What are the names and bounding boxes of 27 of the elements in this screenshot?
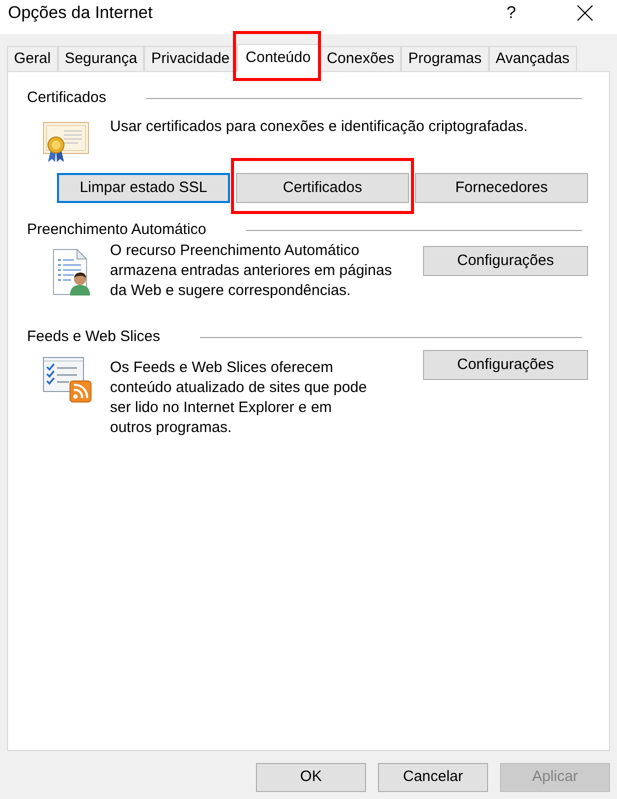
- close-icon: [576, 5, 592, 21]
- section-title: Preenchimento Automático: [27, 220, 206, 240]
- section-title: Feeds e Web Slices: [27, 327, 160, 347]
- section-description: O recurso Preenchimento Automático armazena entradas anteriores em páginas da Web e sugere correspondências.: [110, 241, 393, 301]
- dialog-button[interactable]: Configurações: [423, 246, 588, 276]
- document-person-icon: [50, 248, 92, 296]
- window-title: Opções da Internet: [8, 2, 153, 24]
- tab[interactable]: Avançadas: [488, 46, 577, 72]
- tab[interactable]: Conexões: [320, 46, 402, 72]
- dialog-button[interactable]: Cancelar: [378, 763, 488, 792]
- section-description: Usar certificados para conexões e identificação criptografadas.: [110, 117, 528, 137]
- close-button[interactable]: [576, 4, 593, 22]
- dialog-button[interactable]: Limpar estado SSL: [57, 173, 230, 203]
- certificate-icon: [42, 119, 90, 163]
- dialog-button[interactable]: OK: [256, 763, 366, 792]
- tab[interactable]: Conteúdo: [236, 44, 320, 72]
- tab[interactable]: Programas: [401, 46, 489, 72]
- section-description: Os Feeds e Web Slices oferecem conteúdo atualizado de sites que pode ser lido no Internet Explorer e em outros programas.: [110, 358, 368, 438]
- dialog-button[interactable]: Fornecedores: [415, 173, 588, 203]
- section-title: Certificados: [27, 88, 106, 108]
- tab[interactable]: Geral: [7, 46, 58, 72]
- help-button[interactable]: ?: [502, 2, 520, 24]
- dialog-button[interactable]: Certificados: [236, 173, 409, 203]
- checklist-rss-icon: [42, 356, 92, 403]
- dialog-button[interactable]: Configurações: [423, 350, 588, 380]
- tab[interactable]: Segurança: [58, 46, 144, 72]
- tab[interactable]: Privacidade: [144, 46, 237, 72]
